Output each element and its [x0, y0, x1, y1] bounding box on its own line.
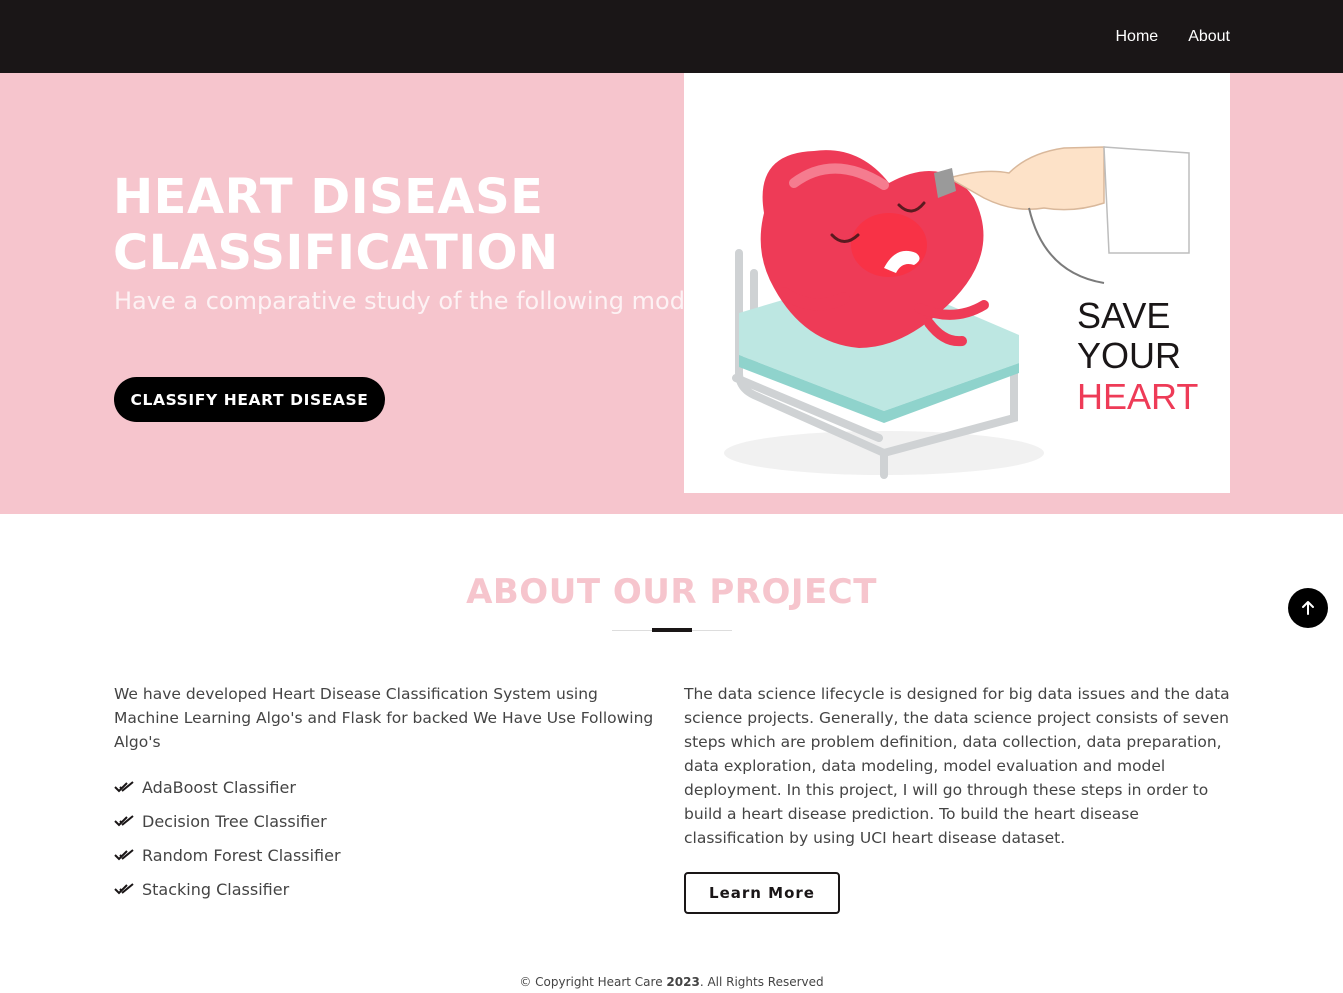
your-text: YOUR [1077, 335, 1181, 376]
copyright-prefix: © Copyright Heart Care [519, 975, 667, 989]
hero-illustration: SAVE YOUR HEART [684, 73, 1230, 493]
learn-more-button[interactable]: Learn More [684, 872, 840, 914]
double-check-icon [114, 781, 134, 793]
list-item: AdaBoost Classifier [114, 770, 654, 804]
hero-subtitle: Have a comparative study of the followin… [114, 287, 739, 315]
algorithm-label: Decision Tree Classifier [142, 811, 327, 831]
heart-patient-illustration: SAVE YOUR HEART [724, 146, 1198, 479]
about-section-title: ABOUT OUR PROJECT [466, 572, 877, 612]
project-description: The data science lifecycle is designed f… [684, 685, 1230, 847]
main-nav: Home About [1116, 0, 1231, 73]
hero-title-line2: CLASSIFICATION [113, 225, 559, 281]
copyright-suffix: . All Rights Reserved [699, 975, 824, 989]
arrow-up-icon [1302, 601, 1314, 615]
list-item: Random Forest Classifier [114, 838, 654, 872]
nav-link-home[interactable]: Home [1116, 28, 1159, 46]
top-navbar: Home About [0, 0, 1343, 73]
heart-text: HEART [1077, 376, 1198, 417]
copyright-year: 2023 [666, 975, 700, 989]
algorithm-label: AdaBoost Classifier [142, 777, 296, 797]
nav-link-about[interactable]: About [1188, 28, 1230, 46]
list-item: Decision Tree Classifier [114, 804, 654, 838]
back-to-top-button[interactable] [1288, 588, 1328, 628]
hero-title: HEART DISEASE CLASSIFICATION [113, 169, 673, 281]
title-divider-accent [652, 628, 692, 632]
double-check-icon [114, 883, 134, 895]
algorithm-list: AdaBoost Classifier Decision Tree Classi… [114, 770, 654, 906]
double-check-icon [114, 815, 134, 827]
classify-heart-disease-button[interactable]: CLASSIFY HEART DISEASE [114, 377, 385, 422]
hero-section: HEART DISEASE CLASSIFICATION Have a comp… [0, 73, 1343, 514]
about-intro-text: We have developed Heart Disease Classifi… [114, 685, 654, 751]
algorithm-label: Stacking Classifier [142, 879, 290, 899]
save-text: SAVE [1077, 295, 1170, 336]
double-check-icon [114, 849, 134, 861]
list-item: Stacking Classifier [114, 872, 654, 906]
footer-copyright: © Copyright Heart Care 2023. All Rights … [0, 975, 1343, 989]
algorithm-label: Random Forest Classifier [142, 845, 341, 865]
about-right-column: The data science lifecycle is designed f… [684, 682, 1230, 914]
about-left-column: We have developed Heart Disease Classifi… [114, 682, 654, 906]
hero-title-line1: HEART DISEASE [113, 169, 544, 225]
